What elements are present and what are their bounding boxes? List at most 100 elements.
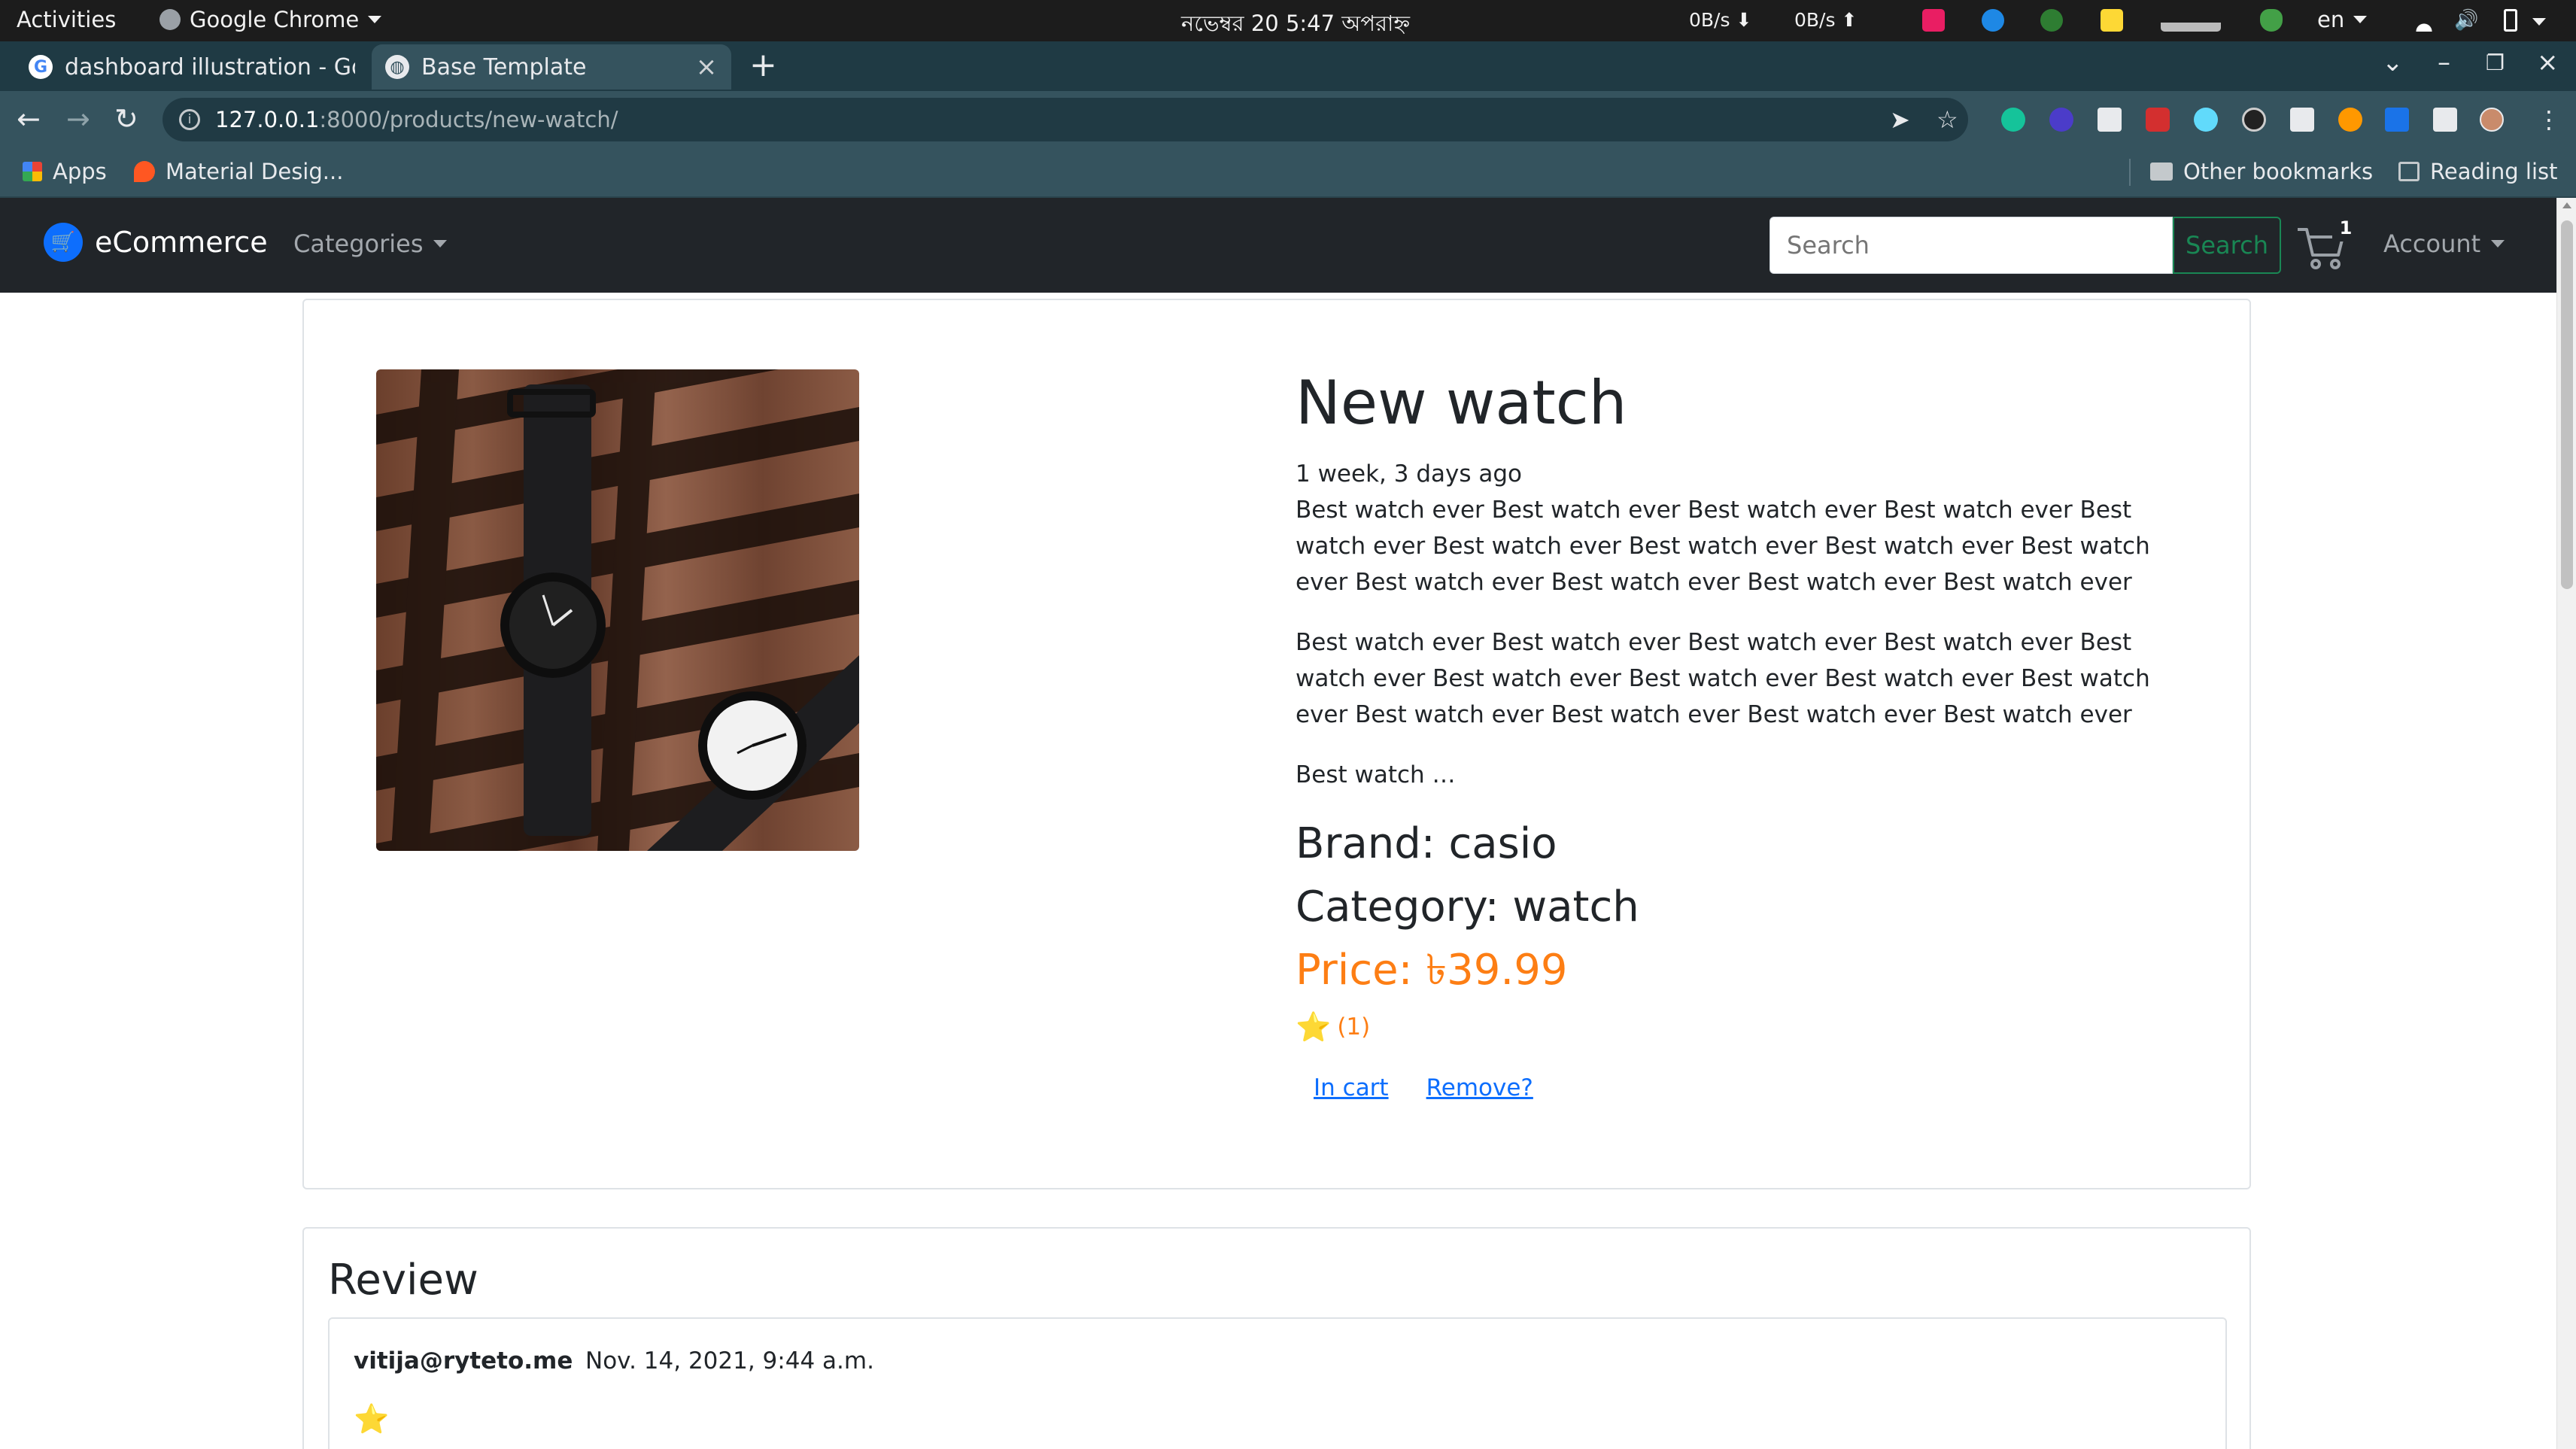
url-host: 127.0.0.1 <box>215 107 320 132</box>
shield-icon[interactable] <box>2260 9 2283 32</box>
account-label: Account <box>2383 229 2481 258</box>
remove-from-cart-link[interactable]: Remove? <box>1426 1074 1533 1101</box>
search-input[interactable] <box>1769 217 2173 274</box>
site-navbar: 🛒 eCommerce Categories Search 1 Account <box>0 198 2556 293</box>
brand-link[interactable]: 🛒 eCommerce <box>44 223 268 262</box>
more-menu-icon[interactable]: ⋮ <box>2537 106 2561 133</box>
categories-dropdown[interactable]: Categories <box>293 229 448 258</box>
tab-search-icon[interactable]: ⌄ <box>2382 47 2404 77</box>
bookmarks-bar: Apps Material Desig... Other bookmarks R… <box>0 148 2576 198</box>
tray-app-icon[interactable] <box>1922 9 1945 32</box>
google-icon: G <box>29 55 53 79</box>
bookmark-separator <box>2129 159 2131 186</box>
page-viewport: 🛒 eCommerce Categories Search 1 Account <box>0 198 2556 1449</box>
product-description: Best watch ever Best watch ever Best wat… <box>1296 629 2150 728</box>
close-window-icon[interactable]: × <box>2537 47 2559 77</box>
product-description-excerpt: Best watch … <box>1296 761 1456 788</box>
review-item: vitija@ryteto.me Nov. 14, 2021, 9:44 a.m… <box>328 1317 2227 1449</box>
net-down-speed: 0B/s ⬇ <box>1689 9 1752 31</box>
tab-title: dashboard illustration - Google Search <box>65 53 355 80</box>
language-selector[interactable]: en <box>2317 7 2368 32</box>
minimize-icon[interactable]: – <box>2438 47 2450 77</box>
chevron-down-icon[interactable] <box>2532 18 2546 26</box>
tab-base-template[interactable]: ◍ Base Template × <box>372 44 731 90</box>
battery-icon[interactable] <box>2504 9 2517 32</box>
tab-title: Base Template <box>421 53 587 80</box>
extension-badge-icon[interactable] <box>2049 108 2073 132</box>
categories-label: Categories <box>293 229 424 258</box>
other-bookmarks[interactable]: Other bookmarks <box>2150 159 2373 184</box>
tab-dashboard-illustration[interactable]: G dashboard illustration - Google Search <box>15 44 369 90</box>
extension-icon[interactable] <box>2242 108 2266 132</box>
system-monitor-graph[interactable] <box>2161 9 2221 32</box>
reload-icon[interactable]: ↻ <box>114 102 138 136</box>
notes-icon[interactable] <box>2101 9 2123 32</box>
bookmark-star-icon[interactable]: ☆ <box>1937 106 1958 133</box>
net-up-speed: 0B/s ⬆ <box>1794 9 1858 31</box>
bookmark-label: Apps <box>53 159 107 184</box>
product-image <box>376 369 859 851</box>
review-author: vitija@ryteto.me <box>354 1347 573 1375</box>
material-design-icon <box>134 161 155 182</box>
close-icon[interactable]: × <box>695 52 718 82</box>
reading-list-label: Reading list <box>2430 159 2558 184</box>
reading-list-icon <box>2398 162 2420 181</box>
price-line: Price: ৳39.99 <box>1296 946 1568 995</box>
clock[interactable]: নভেম্বর 20 5:47 অপরাহ্ন <box>1181 7 1410 44</box>
adblock-plus-icon[interactable] <box>2146 108 2170 132</box>
product-card: New watch 1 week, 3 days ago Best watch … <box>302 299 2251 1189</box>
scroll-up-icon[interactable] <box>2562 202 2571 208</box>
scrollbar-thumb[interactable] <box>2561 220 2573 589</box>
google-translate-icon[interactable] <box>2385 108 2409 132</box>
bookmark-apps[interactable]: Apps <box>23 159 107 184</box>
net-down-label: 0B/s <box>1689 9 1730 31</box>
address-bar[interactable]: i 127.0.0.1:8000/products/new-watch/ <box>163 98 1968 141</box>
page-scrollbar[interactable] <box>2556 198 2576 1449</box>
chevron-down-icon <box>433 240 448 248</box>
new-tab-button[interactable]: + <box>749 49 777 82</box>
profile-avatar[interactable] <box>2480 108 2504 132</box>
grammarly-icon[interactable] <box>2001 108 2025 132</box>
apps-grid-icon <box>23 162 42 181</box>
bookmark-material-design[interactable]: Material Desig... <box>134 159 343 184</box>
other-bookmarks-label: Other bookmarks <box>2183 159 2374 184</box>
review-heading: Review <box>328 1256 478 1305</box>
account-dropdown[interactable]: Account <box>2383 229 2505 258</box>
send-tab-icon[interactable]: ➤ <box>1890 106 1910 133</box>
volume-icon[interactable]: 🔊 <box>2454 9 2478 32</box>
app-menu[interactable]: Google Chrome <box>159 7 382 32</box>
folder-icon <box>2150 163 2173 181</box>
brand-name: eCommerce <box>95 226 268 259</box>
cast-icon[interactable] <box>2290 108 2314 132</box>
product-info: New watch 1 week, 3 days ago Best watch … <box>1296 368 2161 1101</box>
tray-clover-icon[interactable] <box>2040 9 2063 32</box>
bookmark-label: Material Desig... <box>166 159 344 184</box>
in-cart-link[interactable]: In cart <box>1314 1074 1389 1101</box>
search-button[interactable]: Search <box>2173 217 2281 274</box>
activities-button[interactable]: Activities <box>17 7 116 32</box>
wifi-icon[interactable] <box>2412 9 2436 32</box>
temple-icon[interactable] <box>2098 108 2122 132</box>
star-icon: ⭐ <box>354 1402 390 1435</box>
rating-count: (1) <box>1337 1013 1371 1040</box>
back-arrow-icon[interactable]: ← <box>17 102 41 136</box>
app-menu-label: Google Chrome <box>190 7 360 32</box>
forward-arrow-icon[interactable]: → <box>66 102 90 136</box>
cart-actions: In cart Remove? <box>1296 1074 2161 1101</box>
info-icon[interactable]: i <box>179 109 200 130</box>
teamviewer-icon[interactable] <box>1982 9 2004 32</box>
review-rating: ⭐ <box>354 1405 389 1433</box>
posted-time: 1 week, 3 days ago <box>1296 460 1522 488</box>
reading-list[interactable]: Reading list <box>2398 159 2558 184</box>
brand-line: Brand: casio <box>1296 819 1557 868</box>
react-devtools-icon[interactable] <box>2194 108 2218 132</box>
product-description: Best watch ever Best watch ever Best wat… <box>1296 497 2150 596</box>
puzzle-extensions-icon[interactable] <box>2433 108 2457 132</box>
product-rating: ⭐ (1) <box>1296 1013 2161 1041</box>
product-title: New watch <box>1296 368 1627 438</box>
url-path: :8000/products/new-watch/ <box>319 107 618 132</box>
restore-icon[interactable]: ❐ <box>2486 50 2505 75</box>
honey-icon[interactable] <box>2338 108 2362 132</box>
chrome-app-icon <box>159 9 181 30</box>
review-date: Nov. 14, 2021, 9:44 a.m. <box>585 1347 874 1375</box>
